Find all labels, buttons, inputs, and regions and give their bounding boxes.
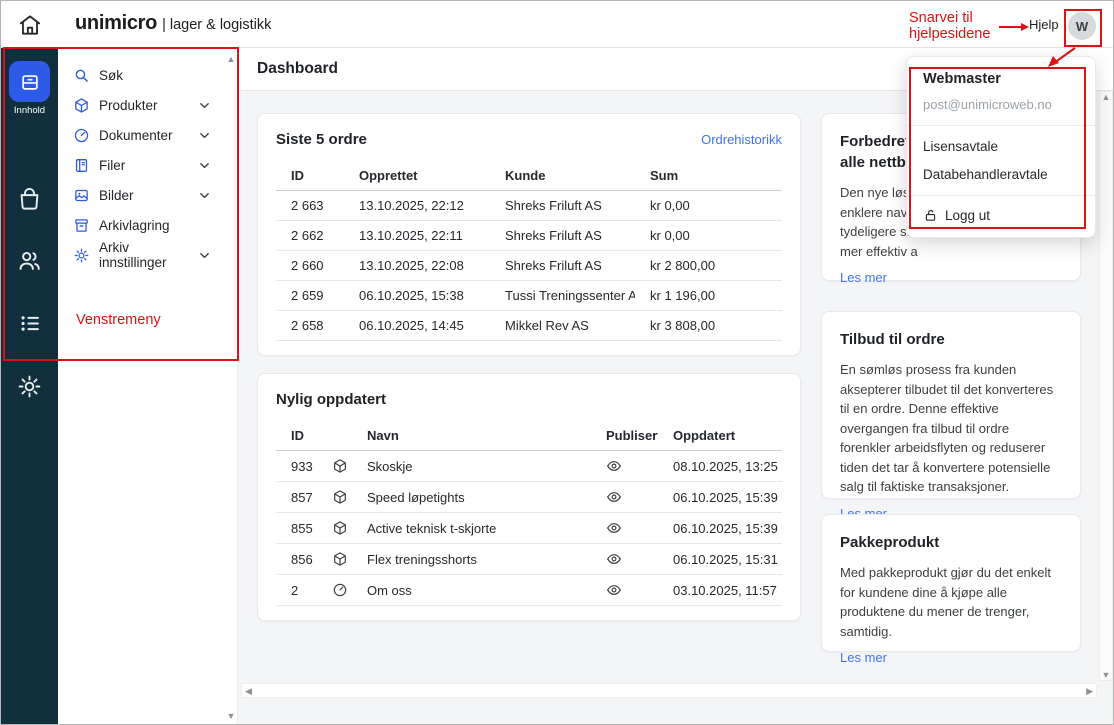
sidebar-item-innhold[interactable] — [9, 61, 50, 102]
orders-card: Siste 5 ordre Ordrehistorikk ID Opprette… — [257, 113, 801, 356]
table-row[interactable]: 2 659 06.10.2025, 15:38 Tussi Treningsse… — [276, 281, 782, 311]
product-cube-icon — [317, 513, 352, 543]
scroll-up-icon[interactable]: ▲ — [1102, 92, 1111, 102]
annotation-arrow-right-icon — [998, 20, 1030, 34]
gear-icon — [73, 247, 90, 264]
orders-card-title: Siste 5 ordre — [276, 131, 367, 148]
promo-body: En sømløs prosess fra kunden aksepterer … — [840, 360, 1062, 497]
brand-logo: unimicro | lager & logistikk — [75, 12, 271, 35]
promo-card-tilbud: Tilbud til ordre En sømløs prosess fra k… — [821, 311, 1081, 499]
scroll-right-icon[interactable]: ▶ — [1086, 686, 1093, 696]
published-eye-icon — [591, 482, 658, 512]
page-clock-icon — [317, 575, 352, 605]
published-eye-icon — [591, 575, 658, 605]
scroll-down-icon[interactable]: ▼ — [224, 711, 238, 721]
clock-icon — [73, 127, 90, 144]
recently-updated-card: Nylig oppdatert ID Navn Publisert Oppdat… — [257, 373, 801, 621]
image-icon — [73, 187, 90, 204]
product-cube-icon — [317, 451, 352, 481]
user-email: post@unimicroweb.no — [923, 97, 1079, 112]
annotation-left-menu-label: Venstremeny — [76, 312, 161, 328]
product-cube-icon — [317, 482, 352, 512]
scroll-down-icon[interactable]: ▼ — [1102, 670, 1111, 680]
sidebar-item-users-icon[interactable] — [16, 247, 43, 274]
logout-button[interactable]: Logg ut — [907, 196, 1095, 237]
sidebar-item-settings-gear-icon[interactable] — [16, 373, 43, 400]
published-eye-icon — [591, 544, 658, 574]
sidebar-item-innhold-label: Innhold — [1, 105, 58, 116]
menu-item-dokumenter[interactable]: Dokumenter — [58, 120, 238, 150]
annotation-arrow-down-left-icon — [1043, 46, 1079, 70]
menu-item-bilder[interactable]: Bilder — [58, 180, 238, 210]
chevron-down-icon — [198, 249, 211, 262]
read-more-link[interactable]: Les mer — [840, 650, 1062, 665]
chevron-down-icon — [198, 129, 211, 142]
chevron-down-icon — [198, 99, 211, 112]
table-row[interactable]: 2 658 06.10.2025, 14:45 Mikkel Rev AS kr… — [276, 311, 782, 341]
page-title: Dashboard — [257, 60, 338, 78]
user-name: Webmaster — [923, 71, 1079, 87]
cube-icon — [73, 97, 90, 114]
brand-name: unimicro — [75, 12, 157, 34]
horizontal-scrollbar[interactable]: ◀ ▶ — [241, 683, 1097, 698]
left-menu: ▲ Søk Produkter Dokumenter Filer — [58, 48, 238, 725]
sidebar-item-shop-bag-icon[interactable] — [16, 185, 43, 212]
chevron-down-icon — [198, 159, 211, 172]
recently-updated-title: Nylig oppdatert — [276, 391, 386, 408]
lock-icon — [923, 208, 938, 223]
table-row[interactable]: 2 660 13.10.2025, 22:08 Shreks Friluft A… — [276, 251, 782, 281]
menu-item-filer[interactable]: Filer — [58, 150, 238, 180]
chevron-down-icon — [198, 189, 211, 202]
table-row[interactable]: 2 662 13.10.2025, 22:11 Shreks Friluft A… — [276, 221, 782, 251]
help-link[interactable]: Hjelp — [1029, 17, 1059, 32]
sidebar-item-list-icon[interactable] — [16, 310, 43, 337]
search-icon — [73, 67, 90, 84]
table-row[interactable]: 855 Active teknisk t-skjorte 06.10.2025,… — [276, 513, 782, 544]
orders-table: ID Opprettet Kunde Sum 2 663 13.10.2025,… — [276, 161, 782, 341]
recently-updated-table: ID Navn Publisert Oppdatert 933 Skoskje … — [276, 421, 782, 606]
menu-item-arkivlagring[interactable]: Arkivlagring — [58, 210, 238, 240]
order-history-link[interactable]: Ordrehistorikk — [701, 132, 782, 147]
archive-box-icon — [73, 217, 90, 234]
main-sidebar: Innhold — [1, 48, 58, 725]
promo-title: Pakkeprodukt — [840, 532, 1062, 553]
brand-suffix: | lager & logistikk — [162, 17, 271, 33]
annotation-help-shortcut: Snarvei til hjelpesidene — [909, 10, 1009, 42]
menu-item-databehandleravtale[interactable]: Databehandleravtale — [923, 167, 1079, 182]
table-row[interactable]: 857 Speed løpetights 06.10.2025, 15:39 — [276, 482, 782, 513]
vertical-scrollbar[interactable]: ▲ ▼ — [1099, 91, 1113, 681]
user-avatar[interactable]: W — [1068, 12, 1096, 40]
promo-card-pakkeprodukt: Pakkeprodukt Med pakkeprodukt gjør du de… — [821, 514, 1081, 652]
menu-item-produkter[interactable]: Produkter — [58, 90, 238, 120]
promo-body: Med pakkeprodukt gjør du det enkelt for … — [840, 563, 1062, 641]
user-dropdown: Webmaster post@unimicroweb.no Lisensavta… — [906, 56, 1096, 238]
table-row[interactable]: 2 663 13.10.2025, 22:12 Shreks Friluft A… — [276, 191, 782, 221]
published-eye-icon — [591, 451, 658, 481]
book-icon — [73, 157, 90, 174]
scroll-left-icon[interactable]: ◀ — [245, 686, 252, 696]
table-row[interactable]: 2 Om oss 03.10.2025, 11:57 — [276, 575, 782, 606]
app-window: unimicro | lager & logistikk Hjelp W Innh… — [0, 0, 1114, 725]
menu-item-sok[interactable]: Søk — [58, 60, 238, 90]
table-row[interactable]: 933 Skoskje 08.10.2025, 13:25 — [276, 451, 782, 482]
updated-table-header: ID Navn Publisert Oppdatert — [276, 421, 782, 451]
table-row[interactable]: 856 Flex treningsshorts 06.10.2025, 15:3… — [276, 544, 782, 575]
menu-item-arkiv-innstillinger[interactable]: Arkiv innstillinger — [58, 240, 238, 270]
published-eye-icon — [591, 513, 658, 543]
orders-table-header: ID Opprettet Kunde Sum — [276, 161, 782, 191]
home-icon[interactable] — [17, 12, 43, 38]
promo-title: Tilbud til ordre — [840, 329, 1062, 350]
read-more-link[interactable]: Les mer — [840, 270, 1062, 285]
product-cube-icon — [317, 544, 352, 574]
menu-item-lisensavtale[interactable]: Lisensavtale — [923, 139, 1079, 154]
